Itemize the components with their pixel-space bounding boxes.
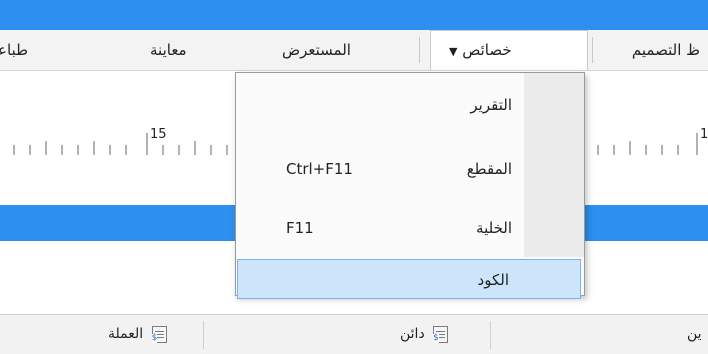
menu-properties-label: خصائص <box>462 41 512 59</box>
menu-browser[interactable]: المستعرض <box>282 30 351 70</box>
menu-print[interactable]: طباعة <box>0 30 28 70</box>
column-label-debit: ين <box>687 326 702 342</box>
menu-item-code-label: الكود <box>477 271 509 289</box>
menu-print-label: طباعة <box>0 41 29 59</box>
column-header-row: العملة دائن ين <box>0 314 708 354</box>
properties-dropdown-menu: التقرير Ctrl+F11 المقطع F11 الخلية الكود <box>235 72 585 299</box>
menu-item-cell[interactable]: F11 الخلية <box>236 208 584 248</box>
menu-item-section-label: المقطع <box>466 160 512 178</box>
menu-separator <box>592 37 593 63</box>
menu-item-report[interactable]: التقرير <box>236 85 584 125</box>
menu-item-code[interactable]: الكود <box>237 259 581 299</box>
ruler-label-1: 1 <box>700 127 708 142</box>
menu-browser-label: المستعرض <box>282 41 351 59</box>
column-header-debit[interactable]: ين <box>687 315 702 354</box>
menubar: ظ التصميم ▼ خصائص المستعرض معاينة طباعة <box>0 30 708 71</box>
chevron-down-icon: ▼ <box>449 45 458 58</box>
title-strip <box>0 0 708 30</box>
menu-separator <box>419 37 420 63</box>
column-label-credit: دائن <box>400 326 425 342</box>
column-header-credit[interactable]: دائن <box>400 315 449 354</box>
menu-design[interactable]: ظ التصميم <box>632 30 700 70</box>
menu-design-label: ظ التصميم <box>631 41 700 59</box>
menu-preview-label: معاينة <box>150 41 187 59</box>
menu-item-section[interactable]: Ctrl+F11 المقطع <box>236 149 584 189</box>
menu-item-cell-shortcut: F11 <box>286 219 314 237</box>
column-separator <box>203 321 204 349</box>
menu-item-cell-label: الخلية <box>476 219 512 237</box>
column-label-currency: العملة <box>108 326 144 342</box>
column-separator <box>490 321 491 349</box>
column-header-currency[interactable]: العملة <box>108 315 167 354</box>
ruler-label-15: 15 <box>150 127 167 142</box>
currency-doc-icon <box>433 325 449 343</box>
currency-doc-icon <box>151 325 167 343</box>
menu-preview[interactable]: معاينة <box>150 30 187 70</box>
menu-item-section-shortcut: Ctrl+F11 <box>286 160 353 178</box>
menu-properties[interactable]: ▼ خصائص <box>430 30 588 70</box>
menu-item-report-label: التقرير <box>470 96 512 114</box>
